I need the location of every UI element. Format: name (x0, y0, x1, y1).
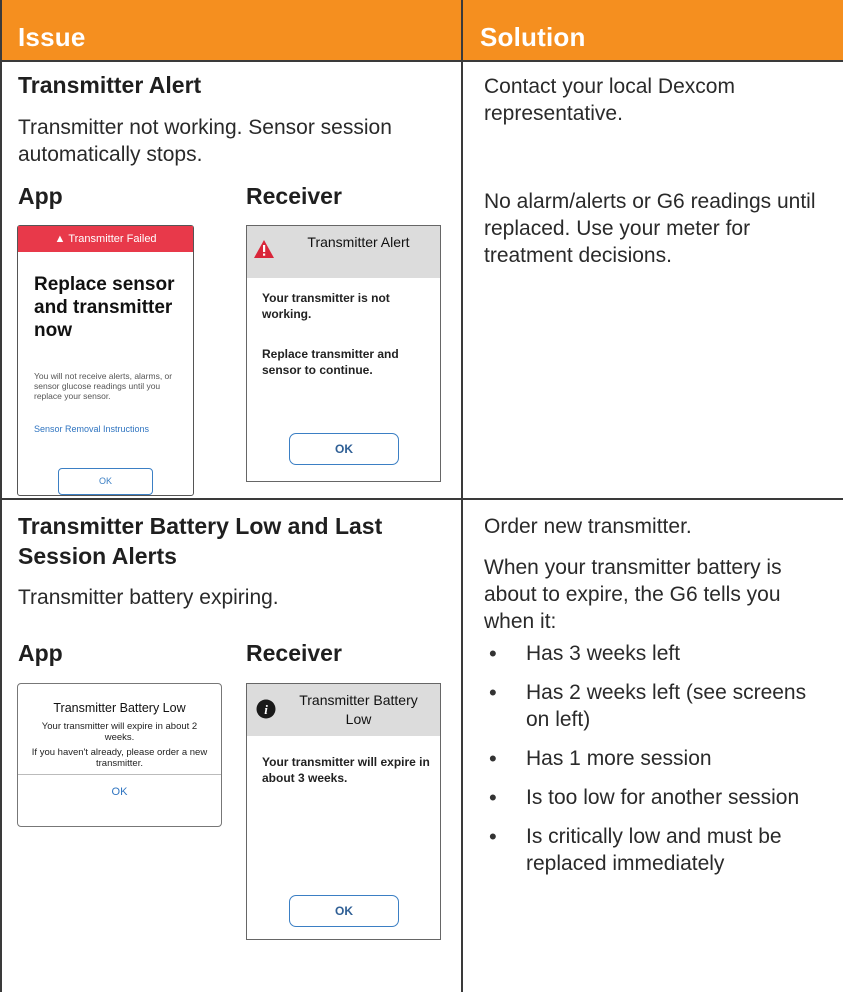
receiver-message-2: Your transmitter will expire in about 3 … (262, 755, 430, 785)
dialog-title: Transmitter Battery Low (53, 701, 186, 715)
list-item: Has 2 weeks left (see screens on left) (484, 679, 834, 733)
transmitter-failed-banner: ▲ Transmitter Failed (18, 226, 193, 252)
row2-app-label: App (18, 640, 63, 666)
receiver-ok-button-2[interactable]: OK (289, 895, 399, 927)
dialog-message-1: Your transmitter will expire in about 2 … (41, 721, 198, 743)
row1-receiver-label: Receiver (246, 183, 342, 209)
row2-solution-1: Order new transmitter. (484, 515, 692, 538)
alert-triangle-icon (254, 240, 274, 258)
row2-receiver-label: Receiver (246, 640, 342, 666)
app-message: You will not receive alerts, alarms, or … (34, 371, 173, 401)
row1-app-label: App (18, 183, 63, 209)
column-divider (461, 0, 463, 992)
app-heading: Replace sensor and transmitter now (34, 274, 175, 341)
header-issue-label: Issue (18, 22, 86, 52)
header-solution: Solution (463, 0, 843, 62)
row-divider (0, 498, 843, 500)
info-icon: i (256, 699, 276, 719)
row1-title: Transmitter Alert (18, 72, 202, 98)
row2-solution-2: When your transmitter battery is about t… (484, 556, 782, 633)
dialog-separator (18, 774, 221, 775)
row2-title: Transmitter Battery Low and Last Session… (18, 513, 383, 569)
list-item: Is critically low and must be replaced i… (484, 823, 834, 877)
dialog-message-2: If you haven't already, please order a n… (31, 747, 208, 769)
row1-solution-1: Contact your local Dexcom representative… (484, 75, 735, 125)
receiver-screen-battery-low: i Transmitter Battery Low Your transmitt… (246, 683, 441, 940)
receiver-line2: Replace transmitter and sensor to contin… (262, 347, 399, 377)
receiver-ok-button[interactable]: OK (289, 433, 399, 465)
table-border-left (0, 0, 2, 992)
receiver-title: Transmitter Alert (307, 234, 410, 250)
alert-timing-list: Has 3 weeks left Has 2 weeks left (see s… (484, 640, 834, 889)
receiver-title-bar-2: i Transmitter Battery Low (247, 684, 440, 736)
list-item: Is too low for another session (484, 784, 834, 811)
issue-solution-table: Issue Solution Transmitter Alert Transmi… (0, 0, 843, 992)
row1-solution-2: No alarm/alerts or G6 readings until rep… (484, 190, 816, 267)
app-screen-transmitter-failed: ▲ Transmitter Failed Replace sensor and t… (17, 225, 194, 496)
header-issue: Issue (1, 0, 461, 62)
header-divider (0, 60, 843, 62)
row1-description: Transmitter not working. Sensor session … (18, 116, 392, 166)
dialog-ok-button[interactable]: OK (18, 786, 221, 798)
sensor-removal-link[interactable]: Sensor Removal Instructions (34, 424, 149, 434)
receiver-line1: Your transmitter is not working. (262, 291, 390, 321)
receiver-title-bar: Transmitter Alert (247, 226, 440, 278)
svg-text:i: i (264, 702, 268, 717)
row2-description: Transmitter battery expiring. (18, 586, 279, 609)
banner-text: Transmitter Failed (68, 233, 157, 245)
receiver-screen-transmitter-alert: Transmitter Alert Your transmitter is no… (246, 225, 441, 482)
list-item: Has 3 weeks left (484, 640, 834, 667)
warning-icon: ▲ (54, 233, 66, 245)
app-ok-button[interactable]: OK (58, 468, 153, 495)
receiver-title-2: Transmitter Battery Low (299, 692, 418, 727)
header-solution-label: Solution (480, 22, 586, 52)
app-screen-battery-low: Transmitter Battery Low Your transmitter… (17, 683, 222, 827)
list-item: Has 1 more session (484, 745, 834, 772)
